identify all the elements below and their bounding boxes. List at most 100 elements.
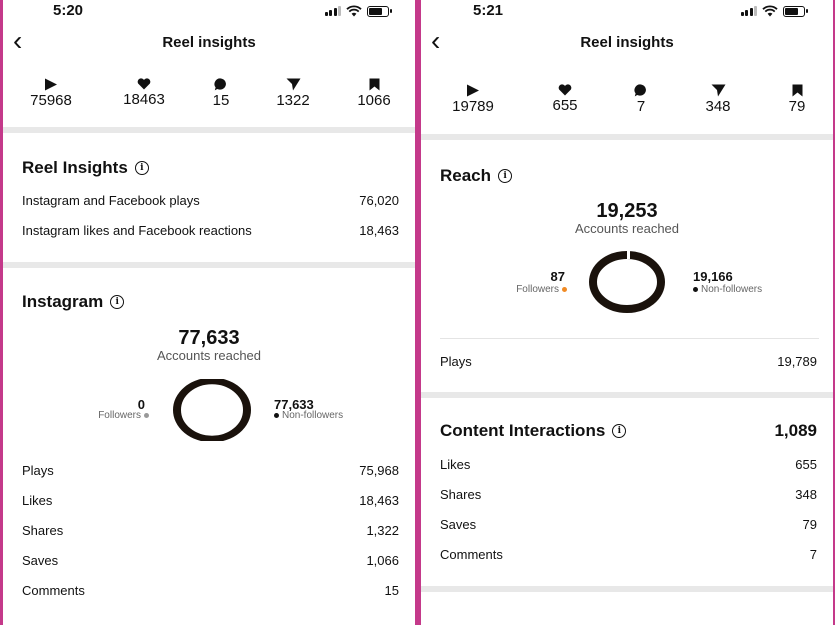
metric-saves-value: 1066 [357, 92, 391, 109]
nonfollowers-value: 19,166 [693, 269, 733, 284]
section-divider [421, 134, 833, 140]
metric-plays: 19789 [438, 84, 508, 115]
header: ‹ Reel insights [3, 27, 415, 56]
row-label: Instagram and Facebook plays [22, 193, 200, 208]
play-icon [467, 84, 479, 97]
play-icon [45, 78, 57, 91]
metric-saves: 79 [762, 84, 832, 115]
row-value: 7 [809, 547, 817, 562]
metric-shares: 1322 [258, 78, 328, 109]
metric-comments-value: 15 [212, 92, 230, 109]
row-label: Saves [22, 553, 59, 568]
status-icons [324, 5, 392, 17]
metric-likes-value: 655 [552, 97, 578, 114]
row-label: Likes [440, 457, 471, 472]
wifi-icon [346, 5, 362, 17]
nonfollowers-label: Non-followers [282, 410, 344, 421]
bookmark-icon [369, 78, 379, 91]
section-divider [3, 127, 415, 133]
metric-plays-value: 19789 [452, 98, 494, 115]
divider [440, 338, 819, 339]
metric-plays: 75968 [16, 78, 86, 109]
followers-donut-chart [173, 379, 251, 441]
row-value: 79 [802, 517, 817, 532]
metric-shares-value: 1322 [276, 92, 310, 109]
metric-plays-value: 75968 [30, 92, 72, 109]
row-value: 75,968 [359, 463, 399, 478]
info-icon[interactable]: i [110, 295, 125, 309]
instagram-row: Saves 1,066 [22, 553, 399, 571]
metric-likes-value: 18463 [123, 91, 165, 108]
section-divider [421, 586, 833, 592]
instagram-title-text: Instagram [22, 292, 104, 311]
plays-row: Plays 19,789 [440, 354, 817, 372]
reel-insights-row: Instagram and Facebook plays 76,020 [22, 193, 399, 211]
interaction-row: Saves 79 [440, 517, 817, 535]
nonfollowers-legend: Non-followers [693, 284, 762, 295]
metric-saves: 1066 [339, 78, 409, 109]
battery-icon [783, 5, 808, 17]
instagram-row: Comments 15 [22, 583, 399, 601]
instagram-row: Plays 75,968 [22, 463, 399, 481]
accounts-reached-label: Accounts reached [156, 348, 262, 363]
content-interactions-title-text: Content Interactions [440, 421, 606, 440]
right-screen: 5:21 ‹ Reel insights 19789 655 7 348 79 … [421, 0, 833, 625]
instagram-row: Shares 1,322 [22, 523, 399, 541]
metric-likes: 18463 [109, 78, 179, 108]
heart-icon [137, 78, 151, 90]
followers-legend: Followers [98, 410, 149, 421]
heart-icon [558, 84, 572, 96]
reach-title: Reach i [440, 166, 513, 186]
content-interactions-title: Content Interactions i [440, 421, 627, 441]
left-screen: 5:20 ‹ Reel insights 75968 18463 15 1322 [3, 0, 415, 625]
row-label: Saves [440, 517, 477, 532]
metric-shares-value: 348 [705, 98, 731, 115]
reel-insights-title: Reel Insights i [22, 158, 149, 178]
bookmark-icon [792, 84, 802, 97]
donut-ring [589, 251, 665, 313]
metric-likes: 655 [530, 84, 600, 114]
status-icons [740, 5, 808, 17]
share-icon [286, 78, 300, 91]
metric-saves-value: 79 [788, 98, 806, 115]
status-time: 5:21 [473, 2, 504, 19]
followers-legend: Followers [516, 284, 567, 295]
followers-label: Followers [516, 284, 559, 295]
followers-value: 87 [550, 269, 565, 284]
status-bar: 5:20 [3, 2, 415, 20]
row-value: 19,789 [777, 354, 817, 369]
accounts-reached-value: 19,253 [596, 200, 658, 222]
metric-shares: 348 [683, 84, 753, 115]
section-divider [421, 392, 833, 398]
header: ‹ Reel insights [421, 27, 833, 56]
row-label: Shares [440, 487, 482, 502]
info-icon[interactable]: i [498, 169, 513, 183]
comment-icon [634, 84, 646, 97]
row-value: 76,020 [359, 193, 399, 208]
comment-icon [214, 78, 226, 91]
page-title: Reel insights [580, 34, 674, 51]
row-label: Instagram likes and Facebook reactions [22, 223, 252, 238]
interaction-row: Comments 7 [440, 547, 817, 565]
cellular-signal-icon [324, 6, 341, 16]
status-time: 5:20 [53, 2, 84, 19]
reel-insights-row: Instagram likes and Facebook reactions 1… [22, 223, 399, 241]
row-label: Likes [22, 493, 53, 508]
row-label: Plays [22, 463, 54, 478]
info-icon[interactable]: i [612, 424, 627, 438]
nonfollowers-legend: Non-followers [274, 410, 343, 421]
cellular-signal-icon [740, 6, 757, 16]
nonfollowers-label: Non-followers [701, 284, 763, 295]
share-icon [711, 84, 725, 97]
info-icon[interactable]: i [134, 161, 149, 175]
reach-title-text: Reach [440, 166, 492, 185]
accounts-reached-value: 77,633 [178, 327, 240, 349]
row-value: 1,322 [366, 523, 399, 538]
row-value: 18,463 [359, 223, 399, 238]
metric-comments: 15 [186, 78, 256, 109]
page-title: Reel insights [162, 34, 256, 51]
followers-dot [562, 287, 567, 292]
accounts-reached-label: Accounts reached [574, 221, 680, 236]
instagram-row: Likes 18,463 [22, 493, 399, 511]
instagram-title: Instagram i [22, 292, 125, 312]
